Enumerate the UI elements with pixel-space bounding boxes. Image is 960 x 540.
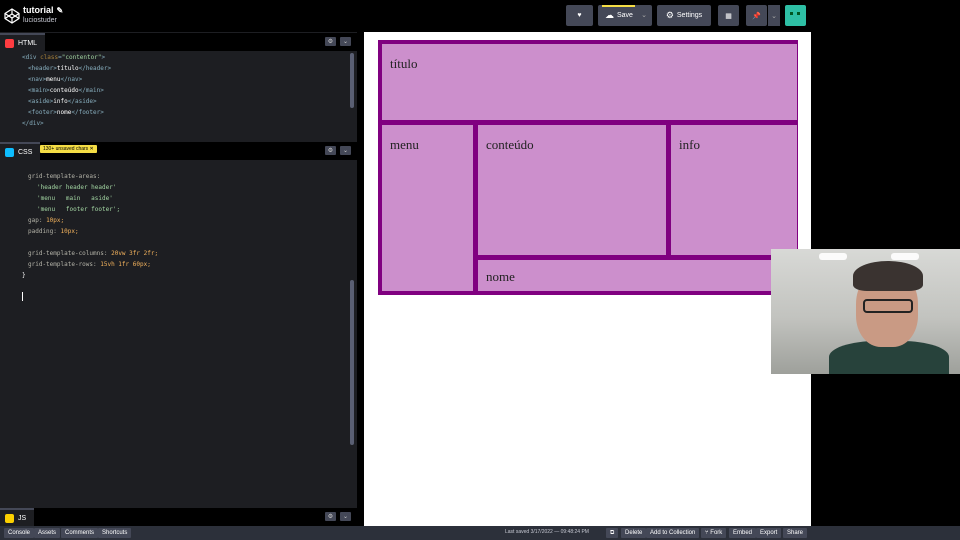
layout-icon: ▦ — [725, 12, 732, 20]
codepen-editor: tutorial ✎ luciostuder ♥ ☁ Save ⌄ ⚙ Setting… — [0, 0, 960, 540]
external-link-button[interactable]: ⧉ — [606, 528, 619, 538]
shortcuts-button[interactable]: Shortcuts — [98, 528, 132, 538]
js-pane-header: JS ⚙ ⌄ — [0, 508, 357, 526]
grid-header: título — [382, 44, 797, 120]
ceiling-light — [891, 253, 919, 260]
code-line: <header>título</header> — [28, 65, 112, 72]
js-pane-controls: ⚙ ⌄ — [325, 512, 351, 521]
code-line: <nav>menu</nav> — [28, 76, 83, 83]
webcam-overlay — [771, 249, 960, 374]
embed-button[interactable]: Embed — [729, 528, 757, 538]
code-line: <main>conteúdo</main> — [28, 87, 104, 94]
grid-aside: info — [671, 125, 797, 255]
css-icon — [5, 147, 14, 157]
html-code-editor[interactable]: <div class="contentor"> <header>título</… — [0, 51, 357, 143]
heart-icon: ♥ — [577, 12, 582, 19]
fork-icon: ⑂ — [705, 530, 709, 536]
edit-pencil-icon[interactable]: ✎ — [57, 6, 64, 15]
html-tab-label: HTML — [18, 39, 38, 47]
add-to-collection-button[interactable]: Add to Collection — [646, 528, 700, 538]
tab-js[interactable]: JS — [0, 508, 35, 526]
pin-menu-chevron-icon[interactable]: ⌄ — [768, 5, 780, 26]
love-button[interactable]: ♥ — [566, 5, 593, 26]
tab-css[interactable]: CSS — [0, 142, 41, 160]
result-preview[interactable]: título menu conteúdo info nome — [364, 32, 811, 526]
html-scrollbar[interactable] — [350, 53, 354, 108]
html-pane-header: HTML ⚙ ⌄ — [0, 33, 357, 51]
code-line: <aside>info</aside> — [28, 98, 97, 105]
bottom-bar: Console Assets Comments Shortcuts Last s… — [0, 526, 960, 540]
author-name[interactable]: luciostuder — [23, 17, 57, 24]
gear-icon[interactable]: ⚙ — [325, 37, 336, 46]
console-button[interactable]: Console — [4, 528, 35, 538]
unsaved-chars-badge[interactable]: 130+ unsaved chars ✕ — [40, 145, 97, 153]
user-avatar[interactable] — [785, 5, 806, 26]
share-button[interactable]: Share — [783, 528, 808, 538]
export-button[interactable]: Export — [756, 528, 782, 538]
external-link-icon: ⧉ — [610, 530, 615, 536]
unsaved-indicator — [602, 5, 635, 7]
last-saved-text: Last saved 3/17/2022 — 09:48:24 PM — [505, 529, 589, 535]
html-pane-controls: ⚙ ⌄ — [325, 37, 351, 46]
html-icon — [5, 38, 14, 48]
grid-container: título menu conteúdo info nome — [378, 40, 798, 295]
chevron-down-icon[interactable]: ⌄ — [340, 146, 351, 155]
save-label: Save — [617, 12, 633, 19]
chevron-down-icon[interactable]: ⌄ — [641, 11, 647, 19]
grid-main: conteúdo — [478, 125, 666, 255]
code-line: grid-template-areas: — [28, 173, 101, 180]
codepen-logo-icon[interactable] — [4, 8, 20, 24]
editor-column: HTML ⚙ ⌄ <div class="contentor"> <header>… — [0, 32, 357, 526]
code-line: 'header header header' — [37, 184, 117, 191]
presenter-hair — [853, 261, 923, 291]
code-line: 'menu main aside' — [37, 195, 113, 202]
js-icon — [5, 513, 14, 523]
code-line: grid-template-columns: 20vw 3fr 2fr; — [28, 250, 159, 257]
change-view-button[interactable]: ▦ — [718, 5, 739, 26]
gear-icon: ⚙ — [665, 10, 674, 20]
cloud-icon: ☁ — [605, 10, 614, 20]
gear-icon[interactable]: ⚙ — [325, 146, 336, 155]
css-tab-label: CSS — [18, 148, 33, 156]
code-line: } — [22, 272, 26, 279]
grid-footer: nome — [478, 260, 797, 291]
ceiling-light — [819, 253, 847, 260]
code-line: 'menu footer footer'; — [37, 206, 121, 213]
code-line: <footer>nome</footer> — [28, 109, 104, 116]
chevron-down-icon[interactable]: ⌄ — [340, 512, 351, 521]
code-line: padding: 10px; — [28, 228, 79, 235]
grid-menu: menu — [382, 125, 473, 291]
settings-label: Settings — [676, 12, 703, 19]
settings-button[interactable]: ⚙ Settings — [657, 5, 711, 26]
code-line: grid-template-rows: 15vh 1fr 60px; — [28, 261, 151, 268]
top-bar: tutorial ✎ luciostuder ♥ ☁ Save ⌄ ⚙ Setting… — [0, 0, 960, 32]
js-tab-label: JS — [18, 514, 27, 522]
css-scrollbar[interactable] — [350, 280, 354, 445]
chevron-down-icon[interactable]: ⌄ — [340, 37, 351, 46]
save-button[interactable]: ☁ Save ⌄ — [598, 5, 652, 26]
tab-html[interactable]: HTML — [0, 33, 46, 51]
code-line: </div> — [22, 120, 44, 127]
pin-icon: 📌 — [752, 12, 761, 20]
text-cursor — [22, 292, 23, 301]
gear-icon[interactable]: ⚙ — [325, 512, 336, 521]
assets-button[interactable]: Assets — [34, 528, 61, 538]
css-pane-controls: ⚙ ⌄ — [325, 146, 351, 155]
pin-button[interactable]: 📌 — [746, 5, 767, 26]
presenter-glasses — [863, 299, 913, 313]
css-code-editor[interactable]: grid-template-areas: 'header header head… — [0, 160, 357, 506]
fork-button[interactable]: ⑂ Fork — [701, 528, 727, 538]
code-line: <div class="contentor"> — [22, 54, 106, 61]
comments-button[interactable]: Comments — [61, 528, 99, 538]
delete-button[interactable]: Delete — [621, 528, 647, 538]
pen-title[interactable]: tutorial ✎ — [23, 5, 63, 15]
code-line: gap: 10px; — [28, 217, 65, 224]
